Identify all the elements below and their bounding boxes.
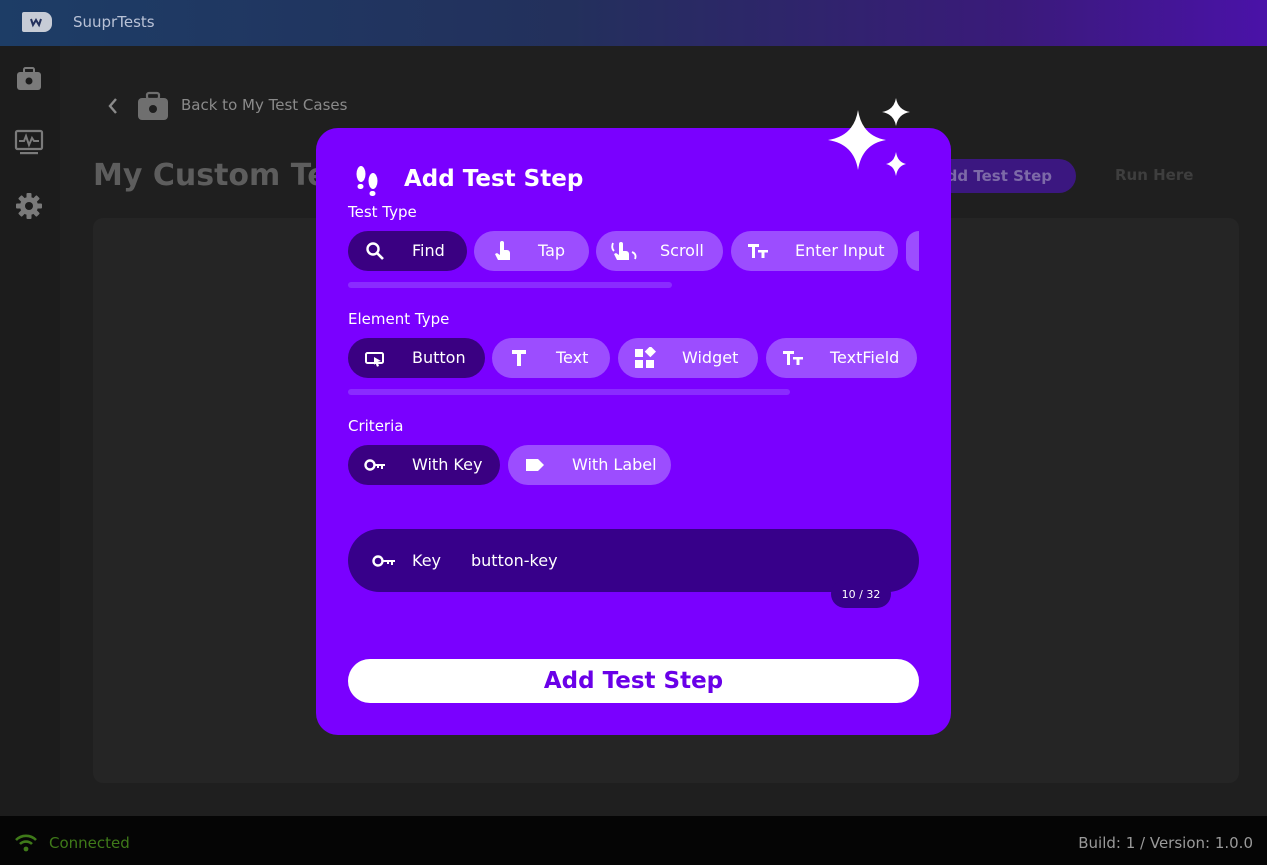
run-here-button[interactable]: Run Here: [1115, 166, 1193, 184]
button-icon: [365, 352, 384, 367]
dialog-title: Add Test Step: [404, 166, 584, 192]
text-icon: [512, 350, 526, 366]
element-type-scrollbar[interactable]: [348, 389, 790, 395]
widgets-icon: [635, 347, 656, 368]
add-test-step-label: Add Test Step: [935, 167, 1052, 185]
chip-label: Text: [556, 348, 589, 367]
back-to-test-cases-link[interactable]: Back to My Test Cases: [181, 96, 347, 114]
monitor-icon[interactable]: [14, 127, 44, 157]
key-field-label: Key: [412, 551, 442, 570]
key-input[interactable]: button-key: [471, 551, 558, 570]
footsteps-icon: [356, 166, 378, 196]
add-test-step-submit-button[interactable]: Add Test Step: [348, 659, 919, 703]
wifi-icon: [15, 834, 37, 852]
test-type-label: Test Type: [348, 203, 417, 221]
chip-label: Tap: [538, 241, 566, 260]
search-icon: [366, 242, 384, 260]
criteria-with-label-chip[interactable]: With Label: [508, 445, 671, 485]
test-type-enter-input-chip[interactable]: Enter Input: [731, 231, 898, 271]
chip-label: Find: [412, 241, 445, 260]
element-type-widget-chip[interactable]: Widget: [618, 338, 758, 378]
chip-label: Button: [412, 348, 466, 367]
test-type-scroll-chip[interactable]: Scroll: [596, 231, 723, 271]
test-type-scrollbar[interactable]: [348, 282, 672, 288]
scroll-icon: [611, 242, 637, 260]
text-fields-icon: [748, 244, 768, 258]
character-counter: 10 / 32: [831, 580, 891, 608]
key-icon: [364, 459, 385, 471]
element-type-textfield-chip[interactable]: TextField: [766, 338, 917, 378]
title-bar: SuuprTests: [0, 0, 1267, 46]
chip-label: TextField: [830, 348, 900, 367]
build-version: Build: 1 / Version: 1.0.0: [1078, 834, 1253, 852]
chip-label: With Label: [572, 455, 657, 474]
chip-label: Scroll: [660, 241, 704, 260]
side-nav: [0, 46, 60, 816]
test-type-more-chip[interactable]: [906, 231, 919, 271]
text-fields-icon: [783, 351, 803, 365]
key-icon: [372, 555, 395, 567]
status-bar: [0, 816, 1267, 865]
app-title: SuuprTests: [73, 13, 155, 31]
label-icon: [526, 459, 544, 471]
gear-icon[interactable]: [14, 191, 44, 221]
element-type-text-chip[interactable]: Text: [492, 338, 610, 378]
sparkles-icon: [828, 98, 910, 176]
test-type-tap-chip[interactable]: Tap: [474, 231, 589, 271]
back-chevron-icon[interactable]: [106, 96, 120, 116]
suitcase-icon: [138, 91, 168, 120]
connection-status: Connected: [49, 834, 130, 852]
element-type-button-chip[interactable]: Button: [348, 338, 485, 378]
test-type-find-chip[interactable]: Find: [348, 231, 467, 271]
page-title: My Custom Test: [93, 158, 318, 193]
element-type-label: Element Type: [348, 310, 450, 328]
chip-label: With Key: [412, 455, 483, 474]
add-test-step-button[interactable]: Add Test Step: [930, 159, 1076, 193]
chip-label: Enter Input: [795, 241, 885, 260]
suitcase-icon[interactable]: [14, 64, 44, 94]
criteria-with-key-chip[interactable]: With Key: [348, 445, 500, 485]
app-logo-icon: [22, 12, 52, 32]
counter-text: 10 / 32: [841, 587, 881, 601]
tap-icon: [495, 241, 510, 260]
criteria-label: Criteria: [348, 417, 404, 435]
chip-label: Widget: [682, 348, 739, 367]
